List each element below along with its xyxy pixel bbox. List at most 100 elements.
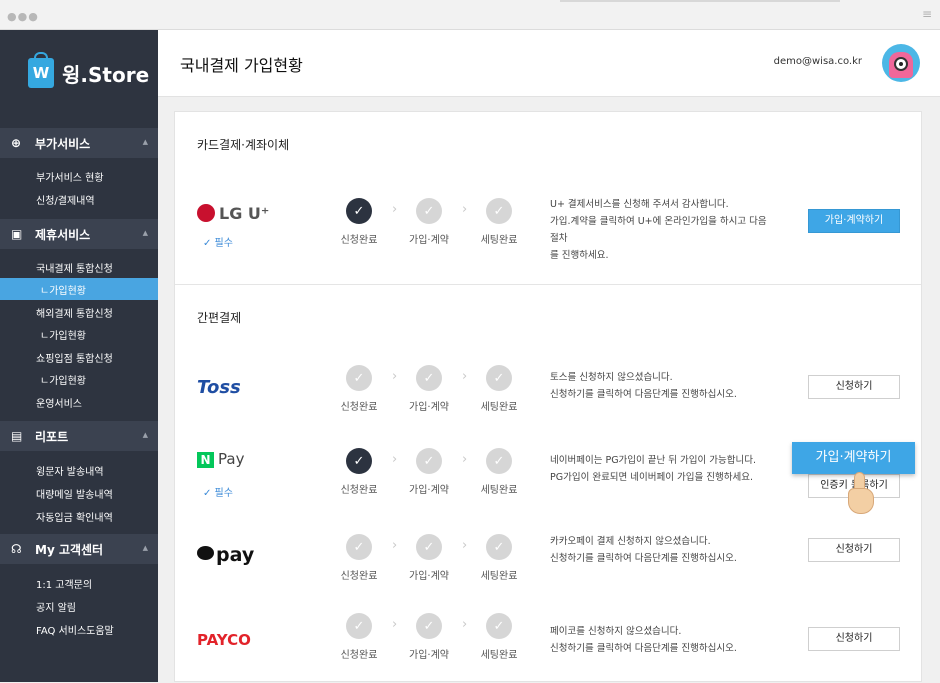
step-label: 세팅완료 <box>480 571 518 582</box>
app-logo[interactable]: W 윙.Store <box>28 52 150 88</box>
desc-line: 신청하기를 클릭하여 다음단계를 진행하십시오. <box>550 643 737 654</box>
sidebar-item-payment-history[interactable]: 신청/결제내역 <box>0 188 158 210</box>
check-icon: ✓ <box>486 365 512 391</box>
sidebar-section-label: 리포트 <box>35 429 69 444</box>
step-label: 신청완료 <box>340 571 378 582</box>
section-title-card: 카드결제·계좌이체 <box>197 138 290 152</box>
sidebar-item-inquiry[interactable]: 1:1 고객문의 <box>0 572 158 594</box>
chevron-right-icon: › <box>462 538 468 553</box>
payco-apply-button[interactable]: 신청하기 <box>808 627 900 651</box>
step-label: 가입·계약 <box>409 402 449 413</box>
page-title: 국내결제 가입현황 <box>180 56 303 75</box>
chevron-right-icon: › <box>462 369 468 384</box>
npay-logo: N Pay <box>197 450 244 468</box>
step-setting: ✓ 세팅완료 <box>469 534 529 582</box>
sidebar-item-deposit-check[interactable]: 자동입금 확인내역 <box>0 505 158 527</box>
sidebar-section-support[interactable]: ☊ My 고객센터 ▲ <box>0 534 158 564</box>
chevron-up-icon[interactable]: ▲ <box>143 544 148 552</box>
sidebar-item-sms-history[interactable]: 윙문자 발송내역 <box>0 459 158 481</box>
chevron-up-icon[interactable]: ▲ <box>143 431 148 439</box>
provider-row-kakaopay: pay ✓ 신청완료 › ✓ 가입·계약 › ✓ 세팅완료 카카오페이 결제 신청하지… <box>175 534 921 604</box>
address-bar <box>560 0 840 2</box>
join-contract-button[interactable]: 가입·계약하기 <box>808 209 900 233</box>
toss-logo: Toss <box>197 377 241 398</box>
sidebar-section-report[interactable]: ▤ 리포트 ▲ <box>0 421 158 451</box>
provider-description: 네이버페이는 PG가입이 끝난 뒤 가입이 가능합니다. PG가입이 완료되면 네… <box>550 452 770 486</box>
step-label: 신청완료 <box>340 235 378 246</box>
provider-row-lgu: LG U⁺ ✓ 필수 ✓ 신청완료 › ✓ 가입·계약 › ✓ 세팅완료 U+ 결제서… <box>175 198 921 268</box>
sidebar-section-addon[interactable]: ⊕ 부가서비스 ▲ <box>0 128 158 158</box>
sidebar-item-domestic-payment[interactable]: 국내결제 통합신청 <box>0 256 158 278</box>
pointer-hand-icon <box>846 472 876 516</box>
sidebar-item-operation-service[interactable]: 운영서비스 <box>0 391 158 413</box>
sidebar-item-notice[interactable]: 공지 알림 <box>0 595 158 617</box>
check-icon: ✓ <box>416 365 442 391</box>
required-badge: ✓ 필수 <box>203 488 233 499</box>
check-icon: ✓ <box>346 198 372 224</box>
section-divider <box>175 284 921 285</box>
desc-line: 카카오페이 결제 신청하지 않으셨습니다. <box>550 536 711 547</box>
chevron-right-icon: › <box>462 202 468 217</box>
chevron-up-icon[interactable]: ▲ <box>143 229 148 237</box>
section-title-easy: 간편결제 <box>197 311 242 325</box>
chevron-right-icon: › <box>392 538 398 553</box>
step-label: 신청완료 <box>340 402 378 413</box>
toss-apply-button[interactable]: 신청하기 <box>808 375 900 399</box>
desc-line: 토스를 신청하지 않으셨습니다. <box>550 372 673 383</box>
chevron-right-icon: › <box>462 617 468 632</box>
step-label: 신청완료 <box>340 650 378 661</box>
chevron-right-icon: › <box>392 452 398 467</box>
provider-description: 카카오페이 결제 신청하지 않으셨습니다. 신청하기를 클릭하여 다음단계를 진행… <box>550 533 770 567</box>
step-contract: ✓ 가입·계약 <box>399 198 459 246</box>
sidebar-item-shopping-entry[interactable]: 쇼핑입점 통합신청 <box>0 346 158 368</box>
step-apply: ✓ 신청완료 <box>329 613 389 661</box>
step-apply: ✓ 신청완료 <box>329 448 389 496</box>
provider-description: 토스를 신청하지 않으셨습니다. 신청하기를 클릭하여 다음단계를 진행하십시오. <box>550 369 770 403</box>
desc-line: 네이버페이는 PG가입이 끝난 뒤 가입이 가능합니다. <box>550 455 757 466</box>
browser-chrome: ●●● ≡ <box>0 0 940 30</box>
sidebar-item-overseas-status[interactable]: ㄴ가입현황 <box>0 323 158 345</box>
provider-description: 페이코를 신청하지 않으셨습니다. 신청하기를 클릭하여 다음단계를 진행하십시오… <box>550 623 770 657</box>
step-apply: ✓ 신청완료 <box>329 534 389 582</box>
sidebar-item-shopping-status[interactable]: ㄴ가입현황 <box>0 368 158 390</box>
chevron-up-icon[interactable]: ▲ <box>143 138 148 146</box>
sidebar-item-addon-status[interactable]: 부가서비스 현황 <box>0 165 158 187</box>
kakaopay-apply-button[interactable]: 신청하기 <box>808 538 900 562</box>
lgu-circle-icon <box>197 204 215 222</box>
chevron-right-icon: › <box>392 617 398 632</box>
avatar-eye <box>894 57 908 71</box>
window-dots-icon: ●●● <box>7 10 39 23</box>
menu-icon[interactable]: ≡ <box>922 7 932 21</box>
check-icon: ✓ <box>346 448 372 474</box>
speech-bubble-icon <box>197 546 214 560</box>
step-label: 가입·계약 <box>409 571 449 582</box>
join-contract-popup-button[interactable]: 가입·계약하기 <box>792 442 915 474</box>
desc-line: 신청하기를 클릭하여 다음단계를 진행하십시오. <box>550 553 737 564</box>
desc-line: 가입.계약을 클릭하여 U+에 온라인가입을 하시고 다음 절차 <box>550 216 767 244</box>
check-icon: ✓ <box>486 534 512 560</box>
step-label: 세팅완료 <box>480 235 518 246</box>
check-icon: ✓ <box>416 198 442 224</box>
sidebar-item-domestic-status[interactable]: ㄴ가입현황 <box>0 278 158 300</box>
avatar[interactable] <box>882 44 920 82</box>
check-icon: ✓ <box>346 534 372 560</box>
provider-row-payco: PAYCO ✓ 신청완료 › ✓ 가입·계약 › ✓ 세팅완료 페이코를 신청하지 않… <box>175 613 921 683</box>
check-icon: ✓ <box>416 613 442 639</box>
app-name: 윙.Store <box>62 62 150 87</box>
sidebar-section-partner[interactable]: ▣ 제휴서비스 ▲ <box>0 219 158 249</box>
logo-letter: W <box>32 64 50 82</box>
step-label: 가입·계약 <box>409 650 449 661</box>
sidebar-item-faq[interactable]: FAQ 서비스도움말 <box>0 618 158 640</box>
desc-line: 페이코를 신청하지 않으셨습니다. <box>550 626 682 637</box>
lgu-name: LG U⁺ <box>219 204 270 223</box>
user-email[interactable]: demo@wisa.co.kr <box>774 56 862 67</box>
desc-line: 신청하기를 클릭하여 다음단계를 진행하십시오. <box>550 389 737 400</box>
step-label: 세팅완료 <box>480 485 518 496</box>
step-label: 세팅완료 <box>480 402 518 413</box>
step-contract: ✓ 가입·계약 <box>399 613 459 661</box>
npay-name: Pay <box>218 450 245 468</box>
step-label: 신청완료 <box>340 485 378 496</box>
sidebar-item-overseas-payment[interactable]: 해외결제 통합신청 <box>0 301 158 323</box>
step-apply: ✓ 신청완료 <box>329 198 389 246</box>
sidebar-item-mail-history[interactable]: 대량메일 발송내역 <box>0 482 158 504</box>
